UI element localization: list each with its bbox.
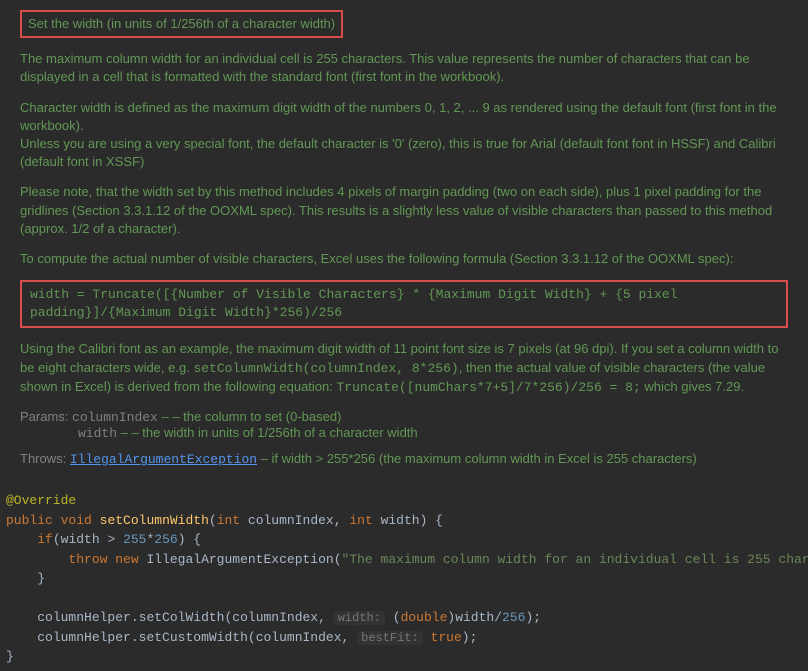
hint-bestfit: bestFit: xyxy=(357,631,423,645)
doc-paragraph-4: To compute the actual number of visible … xyxy=(20,250,788,268)
doc-paragraph-1: The maximum column width for an individu… xyxy=(20,50,788,86)
arg-width: width xyxy=(455,610,494,625)
param-columnindex: columnIndex xyxy=(248,513,334,528)
code-line-signature: public void setColumnWidth(int columnInd… xyxy=(6,511,802,531)
doc-summary-highlight: Set the width (in units of 1/256th of a … xyxy=(20,10,343,38)
doc-params-section: Params: columnIndex – – the column to se… xyxy=(20,409,788,441)
exception-class: IllegalArgumentException xyxy=(146,552,333,567)
throws-desc: – if width > 255*256 (the maximum column… xyxy=(257,451,697,466)
kw-true: true xyxy=(431,630,462,645)
kw-int-2: int xyxy=(349,513,372,528)
param1-desc: – – the column to set (0-based) xyxy=(158,409,342,424)
param1-name: columnIndex xyxy=(72,410,158,425)
arg-columnindex-2: columnIndex xyxy=(256,630,342,645)
method-setcolwidth: setColWidth xyxy=(139,610,225,625)
kw-public: public xyxy=(6,513,53,528)
doc-p5-code1: setColumnWidth(columnIndex, 8*256) xyxy=(193,361,458,376)
code-line-if: if(width > 255*256) { xyxy=(6,530,802,550)
arg-columnindex-1: columnIndex xyxy=(232,610,318,625)
throws-exception-link[interactable]: IllegalArgumentException xyxy=(70,452,257,467)
cond-n2: 256 xyxy=(154,532,177,547)
documentation-panel: Set the width (in units of 1/256th of a … xyxy=(0,0,808,487)
cond-var: width xyxy=(61,532,100,547)
columnhelper-2: columnHelper xyxy=(37,630,131,645)
doc-throws-section: Throws: IllegalArgumentException – if wi… xyxy=(20,451,788,467)
param2-desc: – – the width in units of 1/256th of a c… xyxy=(117,425,418,440)
doc-p2a: Character width is defined as the maximu… xyxy=(20,100,777,133)
code-line-setcustomwidth: columnHelper.setCustomWidth(columnIndex,… xyxy=(6,628,802,648)
doc-paragraph-5: Using the Calibri font as an example, th… xyxy=(20,340,788,397)
override-annotation: @Override xyxy=(6,493,76,508)
doc-paragraph-2: Character width is defined as the maximu… xyxy=(20,99,788,172)
code-line-setcolwidth: columnHelper.setColWidth(columnIndex, wi… xyxy=(6,608,802,628)
kw-double: double xyxy=(401,610,448,625)
doc-paragraph-3: Please note, that the width set by this … xyxy=(20,183,788,238)
code-editor[interactable]: @Override public void setColumnWidth(int… xyxy=(0,487,808,671)
code-line-close-method: } xyxy=(6,647,802,667)
method-name: setColumnWidth xyxy=(100,513,209,528)
doc-p5c: which gives 7.29. xyxy=(641,379,744,394)
params-label: Params: xyxy=(20,409,68,424)
doc-p2b: Unless you are using a very special font… xyxy=(20,136,776,169)
exception-message: "The maximum column width for an individ… xyxy=(342,552,808,567)
columnhelper-1: columnHelper xyxy=(37,610,131,625)
throws-label: Throws: xyxy=(20,451,66,466)
code-line-close-if: } xyxy=(6,569,802,589)
doc-formula-highlight: width = Truncate([{Number of Visible Cha… xyxy=(20,280,788,328)
kw-throw: throw xyxy=(68,552,107,567)
num-256: 256 xyxy=(502,610,525,625)
cond-n1: 255 xyxy=(123,532,146,547)
method-setcustomwidth: setCustomWidth xyxy=(139,630,248,645)
code-line-blank xyxy=(6,589,802,609)
cond-op: > xyxy=(100,532,123,547)
param-width: width xyxy=(381,513,420,528)
hint-width: width: xyxy=(334,611,385,625)
kw-void: void xyxy=(61,513,92,528)
param2-name: width xyxy=(78,426,117,441)
kw-int-1: int xyxy=(217,513,240,528)
kw-if: if xyxy=(37,532,53,547)
doc-p5-code2: Truncate([numChars*7+5]/7*256)/256 = 8; xyxy=(337,380,641,395)
doc-summary-block: Set the width (in units of 1/256th of a … xyxy=(20,10,788,38)
code-line-annotation: @Override xyxy=(6,491,802,511)
code-line-throw: throw new IllegalArgumentException("The … xyxy=(6,550,802,570)
kw-new: new xyxy=(115,552,138,567)
